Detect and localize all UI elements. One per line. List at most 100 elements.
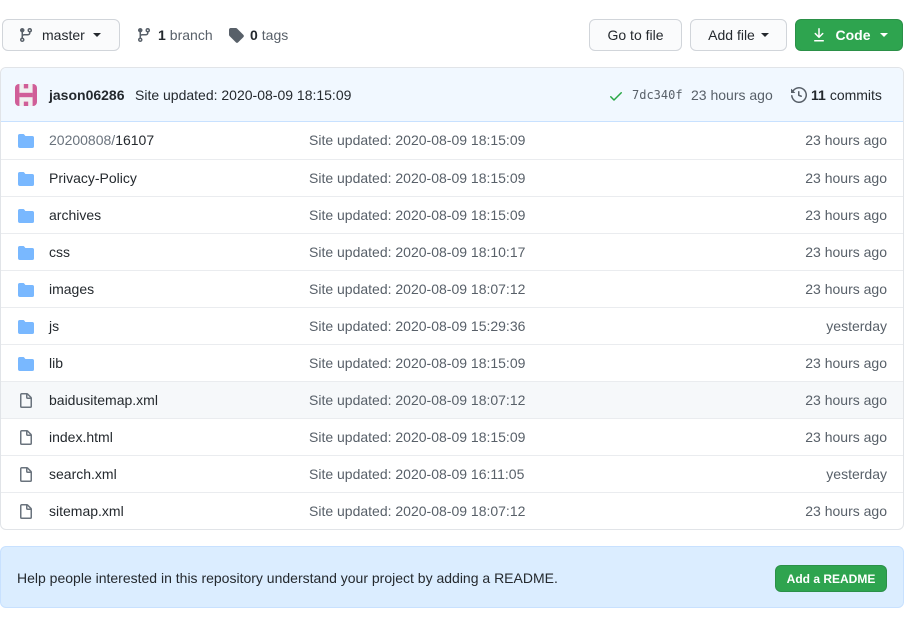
file-commit-message[interactable]: Site updated: 2020-08-09 18:07:12 [309, 392, 525, 408]
file-name-link[interactable]: sitemap.xml [49, 503, 124, 519]
file-commit-time: 23 hours ago [805, 170, 887, 186]
file-name: archives [49, 207, 102, 223]
file-list: 20200808/16107 Site updated: 2020-08-09 1… [1, 122, 903, 529]
table-row[interactable]: search.xml Site updated: 2020-08-09 16:11… [1, 455, 903, 492]
file-name-link[interactable]: images [49, 281, 94, 297]
tags-label: tags [261, 27, 289, 43]
table-row[interactable]: Privacy-Policy Site updated: 2020-08-09 1… [1, 159, 903, 196]
chevron-down-icon [879, 33, 888, 37]
file-name: sitemap.xml [49, 503, 124, 519]
file-commit-message[interactable]: Site updated: 2020-08-09 18:10:17 [309, 244, 525, 260]
folder-icon [18, 282, 34, 298]
folder-icon [18, 356, 34, 372]
file-name-link[interactable]: search.xml [49, 466, 117, 482]
download-icon [811, 27, 827, 43]
folder-icon [18, 133, 34, 149]
file-icon [18, 504, 34, 520]
folder-icon [18, 171, 34, 187]
latest-commit-bar: jason06286 Site updated: 2020-08-09 18:1… [1, 68, 903, 122]
table-row[interactable]: sitemap.xml Site updated: 2020-08-09 18:0… [1, 492, 903, 529]
git-branch-icon [18, 27, 34, 43]
file-name-link[interactable]: archives [49, 207, 101, 223]
file-commit-message[interactable]: Site updated: 2020-08-09 18:07:12 [309, 281, 525, 297]
file-path-prefix: 20200808/ [49, 132, 116, 148]
file-commit-time: 23 hours ago [805, 503, 887, 519]
table-row[interactable]: 20200808/16107 Site updated: 2020-08-09 1… [1, 122, 903, 159]
file-name: index.html [49, 429, 113, 445]
tags-count: 0 [250, 27, 258, 43]
table-row[interactable]: js Site updated: 2020-08-09 15:29:36 yeste… [1, 307, 903, 344]
file-name: search.xml [49, 466, 117, 482]
commit-sha[interactable]: 7dc340f [632, 88, 683, 102]
add-file-button[interactable]: Add file [690, 19, 787, 51]
file-commit-time: 23 hours ago [805, 132, 887, 148]
commits-history-link[interactable]: 11 commits [791, 87, 882, 103]
avatar[interactable] [15, 84, 37, 106]
file-name: js [49, 318, 60, 334]
file-commit-time: 23 hours ago [805, 392, 887, 408]
folder-icon [18, 319, 34, 335]
file-name: lib [49, 355, 64, 371]
folder-icon [18, 208, 34, 224]
commits-label: commits [829, 87, 882, 103]
file-browser: jason06286 Site updated: 2020-08-09 18:1… [0, 67, 904, 530]
table-row[interactable]: baidusitemap.xml Site updated: 2020-08-09… [1, 381, 903, 418]
file-name-link[interactable]: js [49, 318, 59, 334]
file-commit-time: 23 hours ago [805, 281, 887, 297]
check-icon[interactable] [608, 88, 624, 107]
git-branch-icon [136, 27, 152, 43]
file-commit-message[interactable]: Site updated: 2020-08-09 15:29:36 [309, 318, 525, 334]
file-commit-message[interactable]: Site updated: 2020-08-09 18:07:12 [309, 503, 525, 519]
file-commit-message[interactable]: Site updated: 2020-08-09 18:15:09 [309, 207, 525, 223]
chevron-down-icon [92, 33, 101, 37]
file-name-link[interactable]: lib [49, 355, 63, 371]
history-icon [791, 87, 807, 103]
table-row[interactable]: css Site updated: 2020-08-09 18:10:17 23 h… [1, 233, 903, 270]
file-icon [18, 393, 34, 409]
folder-icon [18, 245, 34, 261]
code-button[interactable]: Code [795, 19, 903, 51]
file-name: Privacy-Policy [49, 170, 137, 186]
table-row[interactable]: images Site updated: 2020-08-09 18:07:12 2… [1, 270, 903, 307]
table-row[interactable]: index.html Site updated: 2020-08-09 18:15… [1, 418, 903, 455]
readme-banner-text: Help people interested in this repositor… [17, 570, 558, 586]
branch-name: master [42, 27, 85, 43]
file-name-link[interactable]: index.html [49, 429, 113, 445]
repo-toolbar: master 1 branch 0 tags Go to file Add fi… [0, 0, 921, 70]
file-icon [18, 467, 34, 483]
commit-message[interactable]: Site updated: 2020-08-09 18:15:09 [135, 87, 351, 103]
commit-author[interactable]: jason06286 [49, 87, 125, 103]
file-icon [18, 430, 34, 446]
readme-banner: Help people interested in this repositor… [0, 546, 904, 608]
add-readme-button[interactable]: Add a README [775, 565, 887, 592]
code-label: Code [835, 27, 871, 43]
file-commit-message[interactable]: Site updated: 2020-08-09 18:15:09 [309, 170, 525, 186]
file-commit-time: 23 hours ago [805, 207, 887, 223]
tags-link[interactable]: 0 tags [228, 19, 288, 51]
add-file-label: Add file [708, 27, 755, 43]
table-row[interactable]: lib Site updated: 2020-08-09 18:15:09 23 h… [1, 344, 903, 381]
commits-count: 11 [811, 87, 826, 103]
branch-select-button[interactable]: master [2, 19, 120, 51]
table-row[interactable]: archives Site updated: 2020-08-09 18:15:0… [1, 196, 903, 233]
chevron-down-icon [760, 33, 769, 37]
file-name: css [49, 244, 70, 260]
file-commit-time: 23 hours ago [805, 244, 887, 260]
file-commit-time: 23 hours ago [805, 429, 887, 445]
file-commit-message[interactable]: Site updated: 2020-08-09 16:11:05 [309, 466, 524, 482]
file-commit-time: yesterday [826, 466, 887, 482]
file-commit-message[interactable]: Site updated: 2020-08-09 18:15:09 [309, 429, 525, 445]
branches-link[interactable]: 1 branch [136, 19, 213, 51]
file-commit-message[interactable]: Site updated: 2020-08-09 18:15:09 [309, 132, 525, 148]
file-name-link[interactable]: baidusitemap.xml [49, 392, 158, 408]
file-commit-message[interactable]: Site updated: 2020-08-09 18:15:09 [309, 355, 525, 371]
file-name-link[interactable]: Privacy-Policy [49, 170, 137, 186]
file-name: 16107 [115, 132, 155, 148]
go-to-file-button[interactable]: Go to file [589, 19, 682, 51]
file-name: baidusitemap.xml [49, 392, 158, 408]
file-name: images [49, 281, 95, 297]
file-name-link[interactable]: css [49, 244, 70, 260]
file-commit-time: 23 hours ago [805, 355, 887, 371]
branches-count: 1 [158, 27, 166, 43]
file-name-link[interactable]: 20200808/16107 [49, 132, 154, 148]
